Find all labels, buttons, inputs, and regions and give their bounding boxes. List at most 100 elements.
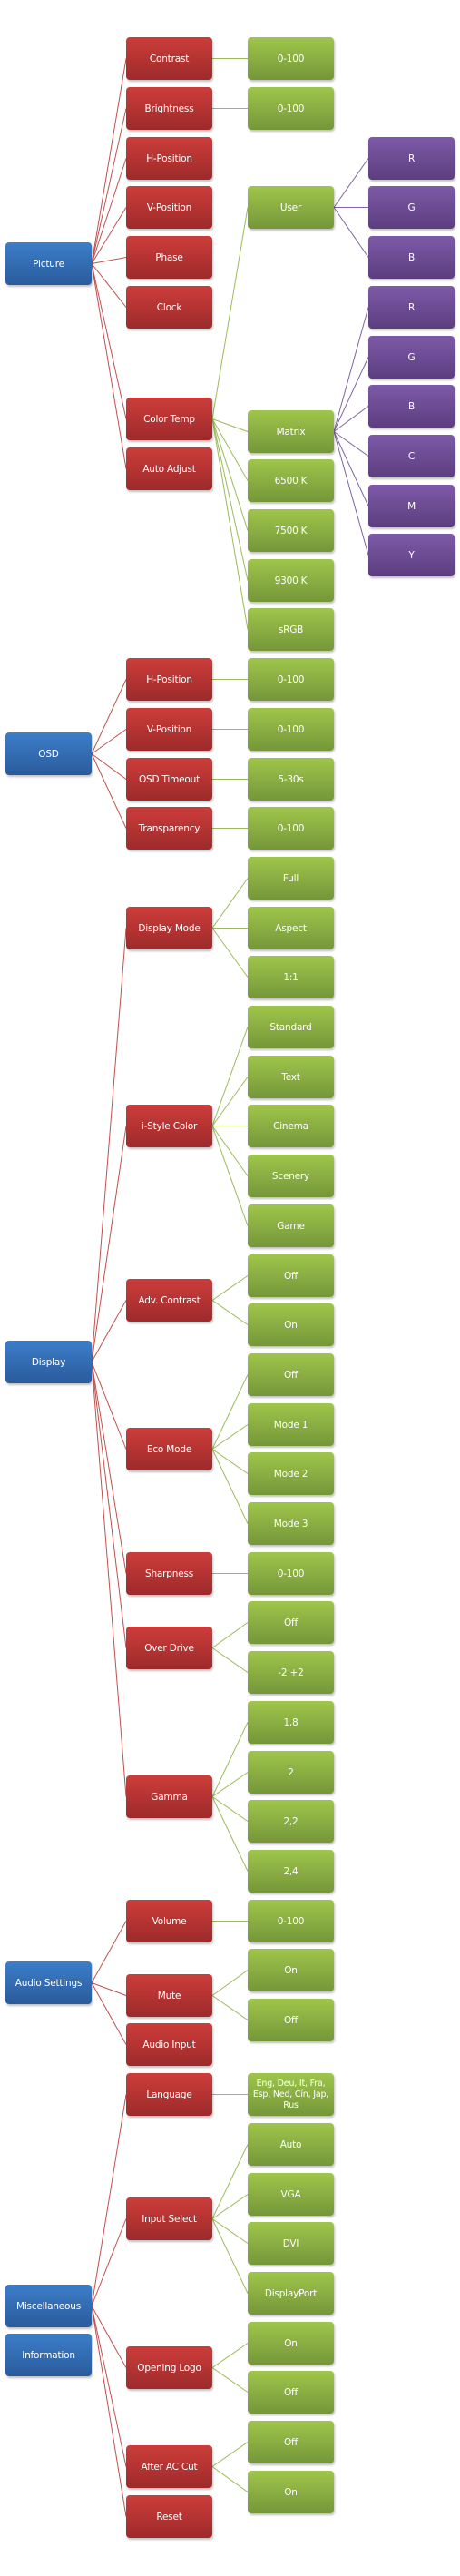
option-eco-2[interactable]: Mode 2 [248, 1452, 334, 1495]
option-is-cinema[interactable]: Cinema [248, 1105, 334, 1147]
option-eco-off[interactable]: Off [248, 1353, 334, 1396]
option-in-dvi[interactable]: DVI [248, 2222, 334, 2265]
option-osd-timeout-v[interactable]: 5-30s [248, 758, 334, 801]
setting-dsp-gamma[interactable]: Gamma [126, 1775, 212, 1818]
setting-mi-accut[interactable]: After AC Cut [126, 2445, 212, 2488]
setting-pic-contrast[interactable]: Contrast [126, 37, 212, 80]
option-osd-transp-v[interactable]: 0-100 [248, 807, 334, 850]
option-ct-9300[interactable]: 9300 K [248, 559, 334, 602]
option-ac-cut-on[interactable]: On [248, 2471, 334, 2513]
setting-pic-brightness[interactable]: Brightness [126, 87, 212, 130]
option-g-18[interactable]: 1,8 [248, 1701, 334, 1744]
setting-au-input[interactable]: Audio Input [126, 2023, 212, 2066]
sub-option-ct-m-y[interactable]: Y [368, 534, 455, 576]
option-is-game[interactable]: Game [248, 1204, 334, 1247]
setting-mi-input[interactable]: Input Select [126, 2197, 212, 2240]
option-ct-6500[interactable]: 6500 K [248, 459, 334, 502]
option-g-2[interactable]: 2 [248, 1751, 334, 1794]
option-sharp-v[interactable]: 0-100 [248, 1552, 334, 1595]
option-eco-1[interactable]: Mode 1 [248, 1403, 334, 1446]
option-is-scenery[interactable]: Scenery [248, 1155, 334, 1197]
setting-label: Audio Input [142, 2039, 196, 2050]
option-dm-aspect[interactable]: Aspect [248, 907, 334, 949]
connector-osd-osd-transp [91, 753, 127, 829]
option-pic-contrast-v[interactable]: 0-100 [248, 37, 334, 80]
option-in-vga[interactable]: VGA [248, 2173, 334, 2216]
option-ac-off[interactable]: Off [248, 1254, 334, 1297]
option-ac-cut-off[interactable]: Off [248, 2421, 334, 2463]
option-od-off[interactable]: Off [248, 1601, 334, 1644]
sub-option-ct-user-r[interactable]: R [368, 137, 455, 180]
setting-osd-vpos[interactable]: V-Position [126, 708, 212, 751]
setting-osd-transp[interactable]: Transparency [126, 807, 212, 850]
sub-option-ct-user-b[interactable]: B [368, 236, 455, 279]
setting-pic-clock[interactable]: Clock [126, 286, 212, 329]
option-in-dp[interactable]: DisplayPort [248, 2272, 334, 2315]
setting-pic-autoadjust[interactable]: Auto Adjust [126, 447, 212, 490]
option-is-standard[interactable]: Standard [248, 1006, 334, 1048]
sub-option-label: R [407, 152, 416, 164]
option-dm-11[interactable]: 1:1 [248, 956, 334, 998]
setting-au-volume[interactable]: Volume [126, 1900, 212, 1942]
setting-mi-reset[interactable]: Reset [126, 2495, 212, 2538]
setting-pic-colortemp[interactable]: Color Temp [126, 398, 212, 440]
option-lang-v[interactable]: Eng, Deu, It, Fra, Esp, Ned, Čín, Jap, R… [248, 2073, 334, 2116]
option-label: 2,4 [283, 1865, 299, 1877]
category-display[interactable]: Display [5, 1341, 92, 1383]
setting-mi-lang[interactable]: Language [126, 2073, 212, 2116]
setting-dsp-mode[interactable]: Display Mode [126, 907, 212, 949]
category-label: Information [22, 2349, 75, 2361]
option-logo-on[interactable]: On [248, 2322, 334, 2365]
sub-option-ct-m-g[interactable]: G [368, 336, 455, 379]
option-logo-off[interactable]: Off [248, 2371, 334, 2414]
option-osd-hpos-v[interactable]: 0-100 [248, 658, 334, 701]
option-pic-brightness-v[interactable]: 0-100 [248, 87, 334, 130]
option-ac-on[interactable]: On [248, 1303, 334, 1346]
option-ct-matrix[interactable]: Matrix [248, 410, 334, 453]
category-picture[interactable]: Picture [5, 242, 92, 285]
setting-label: Phase [155, 251, 183, 263]
sub-option-ct-m-m[interactable]: M [368, 485, 455, 527]
setting-osd-timeout[interactable]: OSD Timeout [126, 758, 212, 801]
category-info[interactable]: Information [5, 2334, 92, 2376]
connector-au-mute-mute-on [211, 1970, 249, 1996]
option-label: Off [283, 2014, 299, 2026]
setting-au-mute[interactable]: Mute [126, 1974, 212, 2017]
sub-option-ct-m-r[interactable]: R [368, 286, 455, 329]
option-ct-user[interactable]: User [248, 186, 334, 229]
option-g-22[interactable]: 2,2 [248, 1800, 334, 1843]
option-label: 0-100 [277, 822, 305, 834]
option-g-24[interactable]: 2,4 [248, 1850, 334, 1893]
option-mute-off[interactable]: Off [248, 1999, 334, 2041]
option-mute-on[interactable]: On [248, 1949, 334, 1991]
connector-picture-pic-hpos [91, 158, 127, 264]
category-osd[interactable]: OSD [5, 732, 92, 775]
sub-option-ct-m-c[interactable]: C [368, 435, 455, 477]
option-dm-full[interactable]: Full [248, 857, 334, 900]
setting-dsp-overdrive[interactable]: Over Drive [126, 1627, 212, 1669]
setting-pic-hpos[interactable]: H-Position [126, 137, 212, 180]
setting-dsp-advcontrast[interactable]: Adv. Contrast [126, 1279, 212, 1322]
option-in-auto[interactable]: Auto [248, 2123, 334, 2166]
setting-osd-hpos[interactable]: H-Position [126, 658, 212, 701]
option-ct-7500[interactable]: 7500 K [248, 509, 334, 552]
category-misc[interactable]: Miscellaneous [5, 2285, 92, 2327]
option-is-text[interactable]: Text [248, 1056, 334, 1098]
setting-mi-logo[interactable]: Opening Logo [126, 2346, 212, 2389]
setting-label: Opening Logo [137, 2362, 201, 2374]
setting-dsp-sharp[interactable]: Sharpness [126, 1552, 212, 1595]
sub-option-ct-m-b[interactable]: B [368, 385, 455, 428]
option-label: 0-100 [277, 723, 305, 735]
sub-option-ct-user-g[interactable]: G [368, 186, 455, 229]
category-audio[interactable]: Audio Settings [5, 1961, 92, 2004]
option-osd-vpos-v[interactable]: 0-100 [248, 708, 334, 751]
option-od-range[interactable]: -2 +2 [248, 1651, 334, 1694]
setting-dsp-eco[interactable]: Eco Mode [126, 1428, 212, 1470]
option-eco-3[interactable]: Mode 3 [248, 1502, 334, 1545]
option-ct-srgb[interactable]: sRGB [248, 608, 334, 651]
option-vol-v[interactable]: 0-100 [248, 1900, 334, 1942]
setting-pic-vpos[interactable]: V-Position [126, 186, 212, 229]
setting-dsp-istyle[interactable]: i-Style Color [126, 1105, 212, 1147]
setting-pic-phase[interactable]: Phase [126, 236, 212, 279]
connector-audio-au-volume [91, 1921, 127, 1983]
